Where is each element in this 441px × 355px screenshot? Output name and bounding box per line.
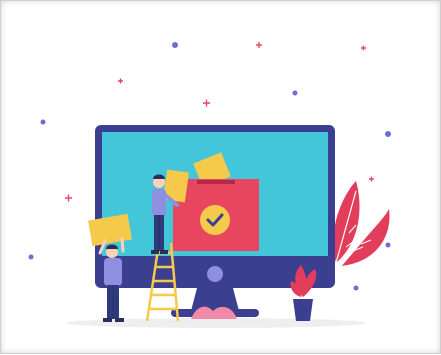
voting-illustration	[28, 42, 391, 328]
plant-pot	[293, 299, 313, 321]
person-torso	[152, 189, 166, 217]
leaf-icon	[333, 181, 390, 267]
ballot-box-slot	[197, 180, 235, 184]
sparkle-dot	[385, 242, 391, 248]
sparkle-dot	[40, 119, 46, 125]
sparkle-dot	[385, 131, 391, 137]
checkmark-icon	[200, 205, 230, 235]
monitor-stand	[191, 288, 239, 311]
sparkle-dot	[172, 42, 178, 48]
sparkle-dot	[353, 285, 359, 291]
person-torso	[104, 258, 122, 286]
sparkle-dot	[28, 254, 34, 260]
illustration-frame	[0, 0, 441, 354]
monitor-power-button	[207, 266, 223, 282]
sparkle-dot	[292, 90, 298, 96]
